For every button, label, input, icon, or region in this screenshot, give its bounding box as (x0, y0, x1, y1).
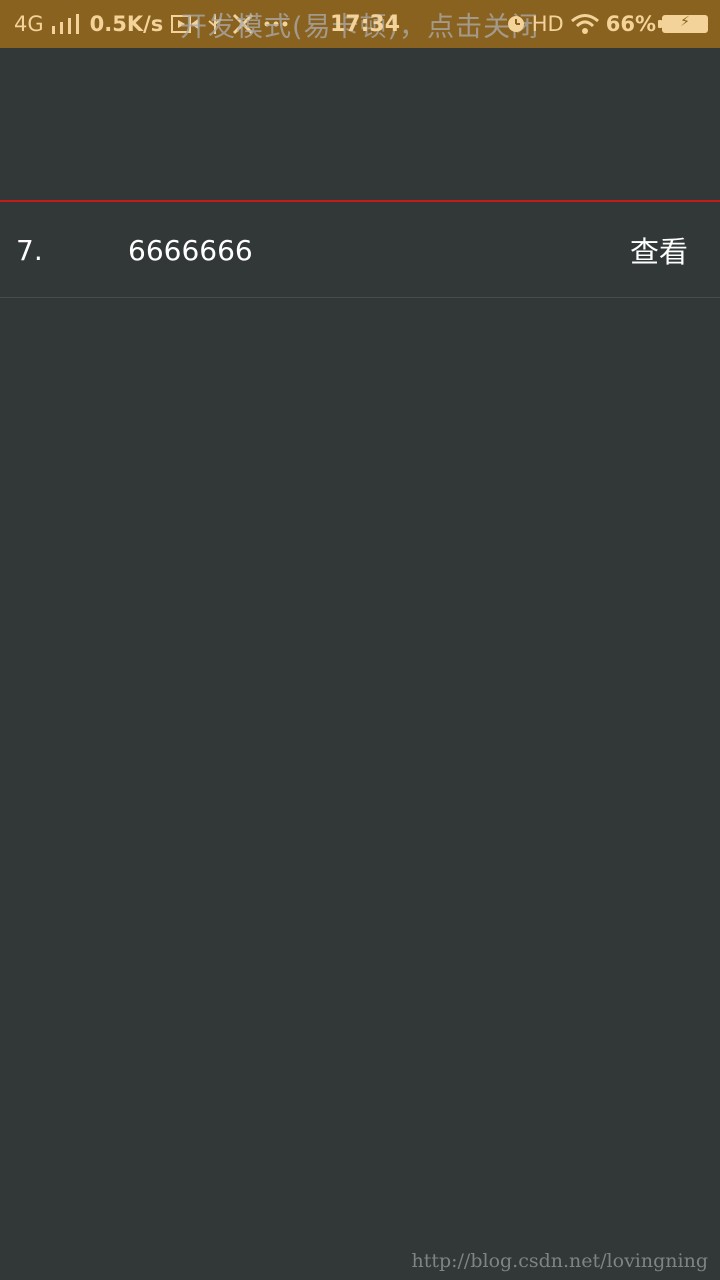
signal-icon (51, 14, 82, 34)
alarm-icon (506, 14, 526, 34)
list-item[interactable]: 7. 6666666 查看 (0, 202, 720, 298)
wifi-icon (570, 13, 600, 35)
toolbar-area (0, 48, 720, 200)
status-bar-right: HD 66% ⚡ (506, 0, 708, 48)
clock: 17:34 (330, 11, 401, 37)
list-item-index: 7. (16, 233, 43, 267)
list-item-value: 6666666 (128, 233, 253, 267)
hd-label: HD (531, 12, 564, 36)
battery-percent: 66% (605, 12, 656, 36)
network-speed: 0.5K/s (89, 12, 164, 36)
network-type: 4G (14, 12, 44, 36)
battery-icon: ⚡ (658, 14, 708, 33)
status-bar: 4G 0.5K/s 开发模式(易卡顿)，点击关闭 17:34 HD 66% ⚡ (0, 0, 720, 48)
watermark: http://blog.csdn.net/lovingning (411, 1250, 708, 1272)
view-button[interactable]: 查看 (630, 202, 688, 298)
